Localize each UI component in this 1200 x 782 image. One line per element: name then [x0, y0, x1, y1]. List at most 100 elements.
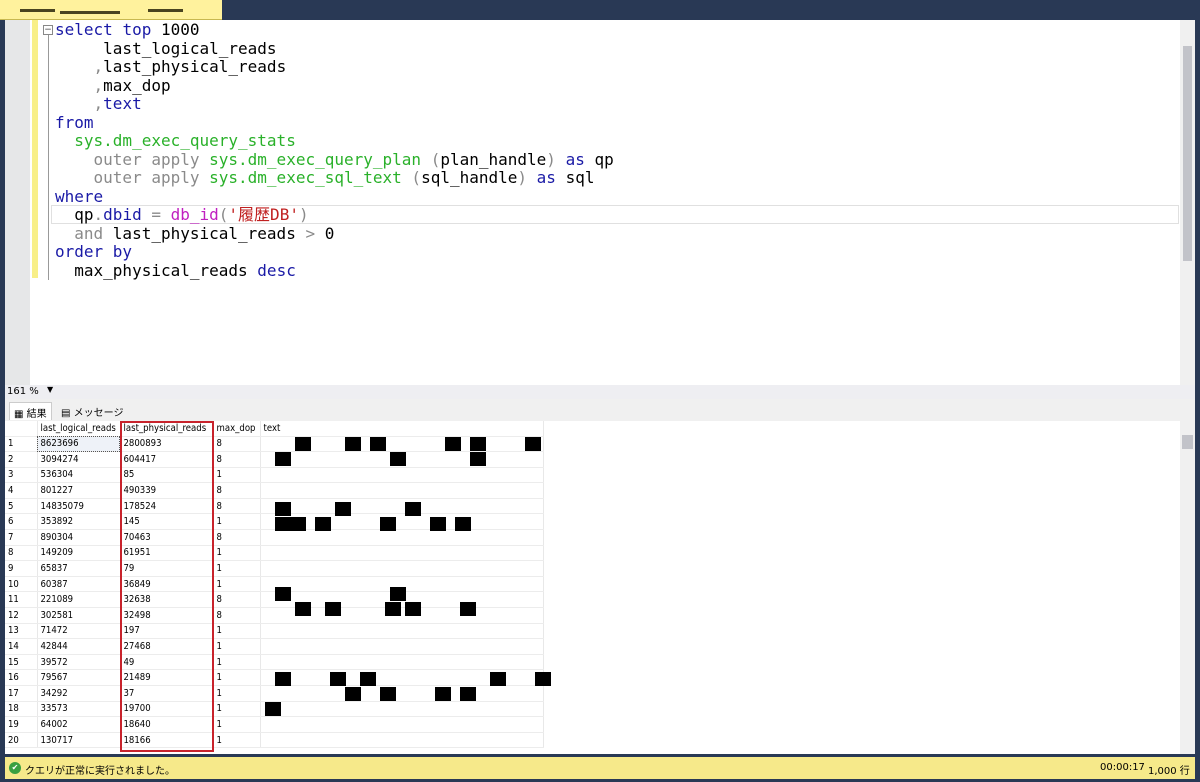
- row-number[interactable]: 19: [5, 716, 38, 733]
- row-number[interactable]: 9: [5, 560, 38, 577]
- row-number[interactable]: 17: [5, 685, 38, 702]
- grid-scrollbar[interactable]: [1180, 421, 1195, 754]
- table-cell[interactable]: 34292: [37, 685, 121, 702]
- results-grid[interactable]: last_logical_reads last_physical_reads m…: [5, 421, 1195, 754]
- table-cell[interactable]: 60387: [37, 576, 121, 593]
- tab-messages[interactable]: ▤ メッセージ: [57, 402, 127, 420]
- code-line[interactable]: max_physical_reads desc: [55, 261, 614, 281]
- table-cell[interactable]: 42844: [37, 638, 121, 655]
- code-line[interactable]: ,text: [55, 94, 614, 114]
- table-row[interactable]: 20 130717 18166 1: [5, 732, 544, 749]
- table-cell[interactable]: 8: [213, 482, 261, 499]
- table-cell[interactable]: 1: [213, 685, 261, 702]
- table-cell[interactable]: 353892: [37, 513, 121, 531]
- table-row[interactable]: 16 79567 21489 1: [5, 669, 544, 686]
- table-cell[interactable]: [260, 560, 544, 577]
- table-cell[interactable]: 8623696: [37, 436, 121, 453]
- code-line[interactable]: outer apply sys.dm_exec_query_plan (plan…: [55, 150, 614, 170]
- table-cell[interactable]: 1: [213, 623, 261, 640]
- code-line[interactable]: where: [55, 187, 614, 207]
- table-row[interactable]: 9 65837 79 1: [5, 560, 544, 577]
- table-cell[interactable]: [260, 716, 544, 733]
- scroll-thumb[interactable]: [1182, 435, 1193, 449]
- table-cell[interactable]: 8: [213, 498, 261, 515]
- table-cell[interactable]: [260, 732, 544, 749]
- table-cell[interactable]: 149209: [37, 545, 121, 562]
- column-header[interactable]: max_dop: [213, 421, 261, 437]
- row-number[interactable]: 16: [5, 669, 38, 686]
- code-line[interactable]: select top 1000: [55, 20, 614, 40]
- table-cell[interactable]: 8: [213, 436, 261, 453]
- table-cell[interactable]: [260, 482, 544, 499]
- code-line[interactable]: qp.dbid = db_id('履歴DB'): [55, 205, 614, 225]
- editor-scrollbar[interactable]: [1180, 20, 1195, 385]
- table-row[interactable]: 1 8623696 2800893 8: [5, 436, 544, 453]
- code-line[interactable]: outer apply sys.dm_exec_sql_text (sql_ha…: [55, 168, 614, 188]
- table-cell[interactable]: 33573: [37, 701, 121, 718]
- table-cell[interactable]: [260, 545, 544, 562]
- table-cell[interactable]: 1: [213, 654, 261, 671]
- zoom-level-select[interactable]: 161 %: [7, 386, 39, 397]
- row-number[interactable]: 18: [5, 701, 38, 718]
- table-row[interactable]: 14 42844 27468 1: [5, 638, 544, 655]
- table-row[interactable]: 15 39572 49 1: [5, 654, 544, 671]
- column-header[interactable]: last_logical_reads: [37, 421, 121, 437]
- query-editor[interactable]: − select top 1000 last_logical_reads ,la…: [5, 20, 1195, 385]
- row-number-header[interactable]: [5, 421, 38, 437]
- row-number[interactable]: 12: [5, 607, 38, 624]
- table-row[interactable]: 13 71472 197 1: [5, 623, 544, 640]
- table-cell[interactable]: 801227: [37, 482, 121, 499]
- table-cell[interactable]: 302581: [37, 607, 121, 624]
- code-line[interactable]: last_logical_reads: [55, 39, 614, 59]
- table-row[interactable]: 5 14835079 178524 8: [5, 498, 544, 515]
- table-row[interactable]: 8 149209 61951 1: [5, 545, 544, 562]
- row-number[interactable]: 10: [5, 576, 38, 593]
- table-cell[interactable]: 1: [213, 513, 261, 531]
- document-tab[interactable]: [0, 0, 222, 20]
- table-cell[interactable]: 8: [213, 591, 261, 609]
- table-cell[interactable]: 8: [213, 607, 261, 624]
- code-line[interactable]: ,last_physical_reads: [55, 57, 614, 77]
- column-header[interactable]: text: [260, 421, 544, 437]
- chevron-down-icon[interactable]: ▼: [47, 385, 53, 394]
- row-number[interactable]: 1: [5, 436, 38, 453]
- tab-results[interactable]: ▦ 結果: [9, 402, 52, 420]
- table-cell[interactable]: 1: [213, 716, 261, 733]
- row-number[interactable]: 11: [5, 591, 38, 609]
- row-number[interactable]: 4: [5, 482, 38, 499]
- row-number[interactable]: 14: [5, 638, 38, 655]
- table-row[interactable]: 2 3094274 604417 8: [5, 451, 544, 468]
- code-line[interactable]: ,max_dop: [55, 76, 614, 96]
- table-cell[interactable]: 221089: [37, 591, 121, 609]
- table-cell[interactable]: 8: [213, 529, 261, 546]
- table-cell[interactable]: 1: [213, 669, 261, 686]
- sql-code[interactable]: select top 1000 last_logical_reads ,last…: [55, 20, 614, 281]
- table-cell[interactable]: [260, 529, 544, 546]
- table-cell[interactable]: [260, 498, 544, 515]
- table-row[interactable]: 7 890304 70463 8: [5, 529, 544, 546]
- code-line[interactable]: and last_physical_reads > 0: [55, 224, 614, 244]
- row-number[interactable]: 15: [5, 654, 38, 671]
- table-cell[interactable]: 1: [213, 701, 261, 718]
- table-cell[interactable]: 64002: [37, 716, 121, 733]
- table-cell[interactable]: [260, 685, 544, 702]
- code-line[interactable]: sys.dm_exec_query_stats: [55, 131, 614, 151]
- table-cell[interactable]: 8: [213, 451, 261, 468]
- table-cell[interactable]: 1: [213, 560, 261, 577]
- table-cell[interactable]: [260, 467, 544, 484]
- table-cell[interactable]: 79567: [37, 669, 121, 686]
- row-number[interactable]: 5: [5, 498, 38, 515]
- table-cell[interactable]: [260, 701, 544, 718]
- table-row[interactable]: 3 536304 85 1: [5, 467, 544, 484]
- table-row[interactable]: 10 60387 36849 1: [5, 576, 544, 593]
- table-cell[interactable]: 1: [213, 576, 261, 593]
- code-line[interactable]: from: [55, 113, 614, 133]
- row-number[interactable]: 20: [5, 732, 38, 749]
- table-cell[interactable]: 1: [213, 467, 261, 484]
- collapse-icon[interactable]: −: [43, 25, 53, 35]
- row-number[interactable]: 8: [5, 545, 38, 562]
- table-cell[interactable]: 536304: [37, 467, 121, 484]
- table-cell[interactable]: 39572: [37, 654, 121, 671]
- table-cell[interactable]: 1: [213, 545, 261, 562]
- table-cell[interactable]: [260, 654, 544, 671]
